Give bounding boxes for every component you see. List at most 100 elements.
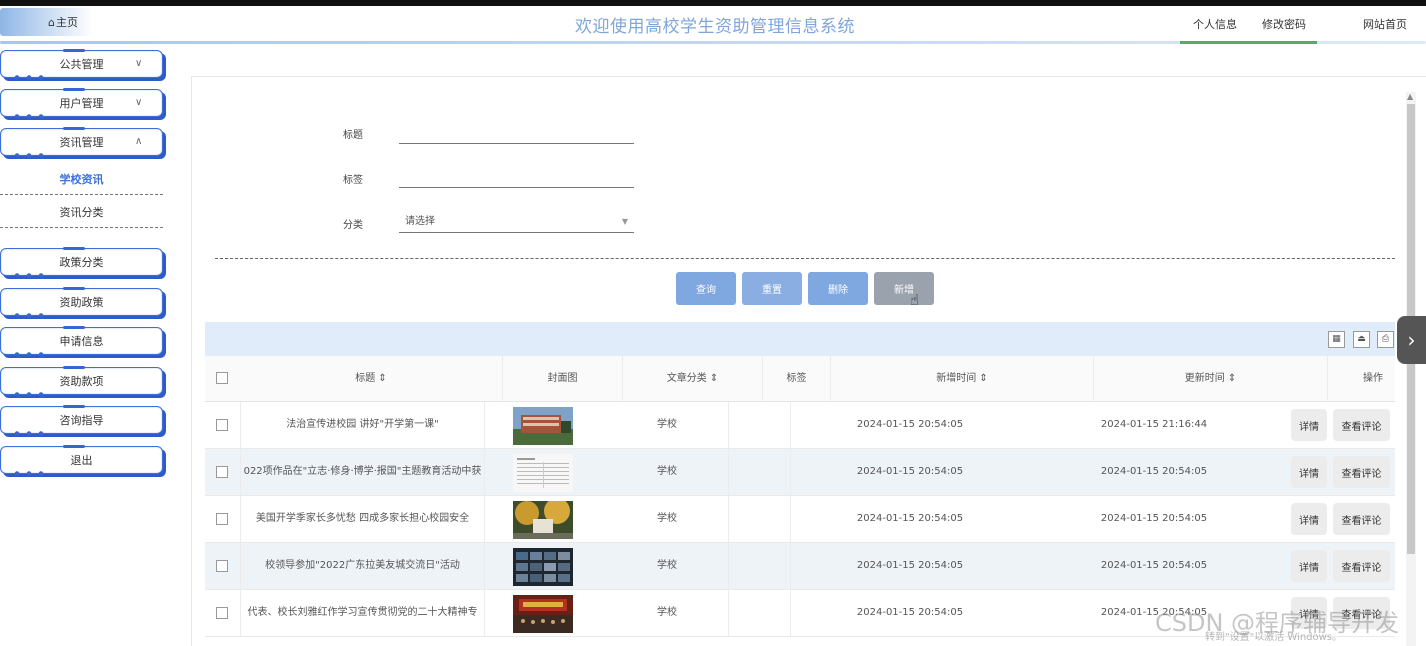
row-category: 学校 xyxy=(606,590,729,636)
row-checkbox[interactable] xyxy=(216,419,228,431)
row-title: 法治宣传进校园 讲好"开学第一课" xyxy=(240,402,485,448)
table-row: 法治宣传进校园 讲好"开学第一课" 学校 2024-01-15 20:54:05… xyxy=(205,402,1395,449)
menu-user-management[interactable]: 用户管理 ∨ xyxy=(0,88,163,119)
detail-button[interactable]: 详情 xyxy=(1291,456,1327,488)
table-row: 022项作品在"立志·修身·博学·报国"主题教育活动中获 学校 2024-01-… xyxy=(205,449,1395,496)
menu-dots-decoration xyxy=(11,392,51,397)
column-header-cover: 封面图 xyxy=(503,356,623,402)
column-header-title[interactable]: 标题 ⇕ xyxy=(240,356,503,402)
menu-label: 用户管理 xyxy=(59,97,104,110)
view-comments-button[interactable]: 查看评论 xyxy=(1333,409,1390,441)
vertical-scrollbar[interactable]: ▲ xyxy=(1406,92,1416,646)
tag-field-label: 标签 xyxy=(343,175,363,186)
table-row: 美国开学季家长多忧愁 四成多家长担心校园安全 学校 2024-01-15 20:… xyxy=(205,496,1395,543)
detail-button[interactable]: 详情 xyxy=(1291,550,1327,582)
table-header: 标题 ⇕ 封面图 文章分类 ⇕ 标签 新增时间 ⇕ 更新时间 ⇕ 操作 xyxy=(205,356,1395,402)
title-input[interactable] xyxy=(399,122,634,144)
scroll-up-icon[interactable]: ▲ xyxy=(1407,92,1413,101)
row-updated: 2024-01-15 20:54:05 xyxy=(1100,560,1208,571)
print-icon[interactable]: ⎙ xyxy=(1377,331,1394,348)
submenu-school-news[interactable]: 学校资讯 xyxy=(0,165,163,195)
menu-label: 公共管理 xyxy=(59,58,104,71)
reset-button[interactable]: 重置 xyxy=(742,272,802,305)
row-title: 美国开学季家长多忧愁 四成多家长担心校园安全 xyxy=(240,496,485,542)
column-header-category[interactable]: 文章分类 ⇕ xyxy=(623,356,763,402)
export-icon[interactable]: ⏏ xyxy=(1353,331,1370,348)
sort-icon: ⇕ xyxy=(709,373,719,384)
row-updated: 2024-01-15 20:54:05 xyxy=(1100,466,1208,477)
menu-cap-decoration xyxy=(63,366,85,369)
chevron-down-icon: ▼ xyxy=(621,217,628,226)
category-select[interactable]: 请选择 ▼ xyxy=(399,211,634,233)
view-comments-button[interactable]: 查看评论 xyxy=(1333,550,1390,582)
select-all-checkbox[interactable] xyxy=(216,372,228,384)
column-label: 更新时间 xyxy=(1184,373,1225,384)
view-comments-button[interactable]: 查看评论 xyxy=(1333,503,1390,535)
menu-label: 资助款项 xyxy=(59,375,104,388)
row-updated: 2024-01-15 21:16:44 xyxy=(1100,419,1208,430)
menu-label: 政策分类 xyxy=(59,256,104,269)
activation-notice: 转到"设置"以激活 Windows。 xyxy=(1205,632,1343,643)
chevron-down-icon: ∨ xyxy=(135,97,143,108)
menu-cap-decoration xyxy=(63,287,85,290)
home-tab[interactable]: ⌂ 主页 xyxy=(0,8,132,36)
menu-cap-decoration xyxy=(63,326,85,329)
row-category: 学校 xyxy=(606,449,729,495)
menu-dots-decoration xyxy=(11,471,51,476)
change-password-link[interactable]: 修改密码 xyxy=(1262,16,1306,32)
menu-aid-funds[interactable]: 资助款项 xyxy=(0,366,163,397)
add-button[interactable]: 新增 xyxy=(874,272,934,305)
app-window: ⌂ 主页 欢迎使用高校学生资助管理信息系统 个人信息 修改密码 网站首页 公共管… xyxy=(0,0,1426,646)
menu-dots-decoration xyxy=(11,273,51,278)
profile-link[interactable]: 个人信息 xyxy=(1193,16,1237,32)
row-checkbox[interactable] xyxy=(216,560,228,572)
menu-cap-decoration xyxy=(63,88,85,91)
row-category: 学校 xyxy=(606,402,729,448)
cover-image-autumn-campus xyxy=(513,501,573,539)
menu-dots-decoration xyxy=(11,313,51,318)
sort-icon: ⇕ xyxy=(378,373,387,384)
view-comments-button[interactable]: 查看评论 xyxy=(1333,456,1390,488)
column-label: 新增时间 xyxy=(936,373,977,384)
menu-public-management[interactable]: 公共管理 ∨ xyxy=(0,49,163,80)
menu-label: 咨询指导 xyxy=(59,414,104,427)
cover-image-auditorium xyxy=(513,595,573,633)
row-tag xyxy=(729,543,791,589)
menu-dots-decoration xyxy=(11,431,51,436)
sort-icon: ⇕ xyxy=(1227,373,1237,384)
row-checkbox[interactable] xyxy=(216,466,228,478)
column-header-created[interactable]: 新增时间 ⇕ xyxy=(831,356,1094,402)
menu-cap-decoration xyxy=(63,247,85,250)
menu-logout[interactable]: 退出 xyxy=(0,445,163,476)
row-checkbox[interactable] xyxy=(216,607,228,619)
chevron-right-icon[interactable]: › xyxy=(1397,316,1426,364)
row-category: 学校 xyxy=(606,543,729,589)
menu-dots-decoration xyxy=(11,153,51,158)
menu-cap-decoration xyxy=(63,405,85,408)
menu-consulting[interactable]: 咨询指导 xyxy=(0,405,163,436)
menu-aid-policy[interactable]: 资助政策 xyxy=(0,287,163,318)
menu-label: 申请信息 xyxy=(59,335,104,348)
detail-button[interactable]: 详情 xyxy=(1291,503,1327,535)
column-header-updated[interactable]: 更新时间 ⇕ xyxy=(1094,356,1328,402)
detail-button[interactable]: 详情 xyxy=(1291,409,1327,441)
submenu-news-category[interactable]: 资讯分类 xyxy=(0,198,163,228)
delete-button[interactable]: 删除 xyxy=(808,272,868,305)
tag-input[interactable] xyxy=(399,166,634,188)
menu-policy-category[interactable]: 政策分类 xyxy=(0,247,163,278)
table-row: 校领导参加"2022广东拉美友城交流日"活动 学校 2024-01-15 20:… xyxy=(205,543,1395,590)
site-home-link[interactable]: 网站首页 xyxy=(1363,16,1407,32)
hand-cursor-icon: ☝ xyxy=(910,291,920,309)
row-checkbox[interactable] xyxy=(216,513,228,525)
cover-image-document xyxy=(513,454,573,492)
query-button[interactable]: 查询 xyxy=(676,272,736,305)
row-title: 代表、校长刘雅红作学习宣传贯彻党的二十大精神专 xyxy=(240,590,485,636)
column-filter-icon[interactable]: ▦ xyxy=(1328,331,1345,348)
menu-application-info[interactable]: 申请信息 xyxy=(0,326,163,357)
home-icon: ⌂ xyxy=(48,15,55,29)
menu-cap-decoration xyxy=(63,49,85,52)
menu-news-management[interactable]: 资讯管理 ∧ xyxy=(0,127,163,158)
row-created: 2024-01-15 20:54:05 xyxy=(856,607,964,618)
row-tag xyxy=(729,402,791,448)
row-tag xyxy=(729,496,791,542)
